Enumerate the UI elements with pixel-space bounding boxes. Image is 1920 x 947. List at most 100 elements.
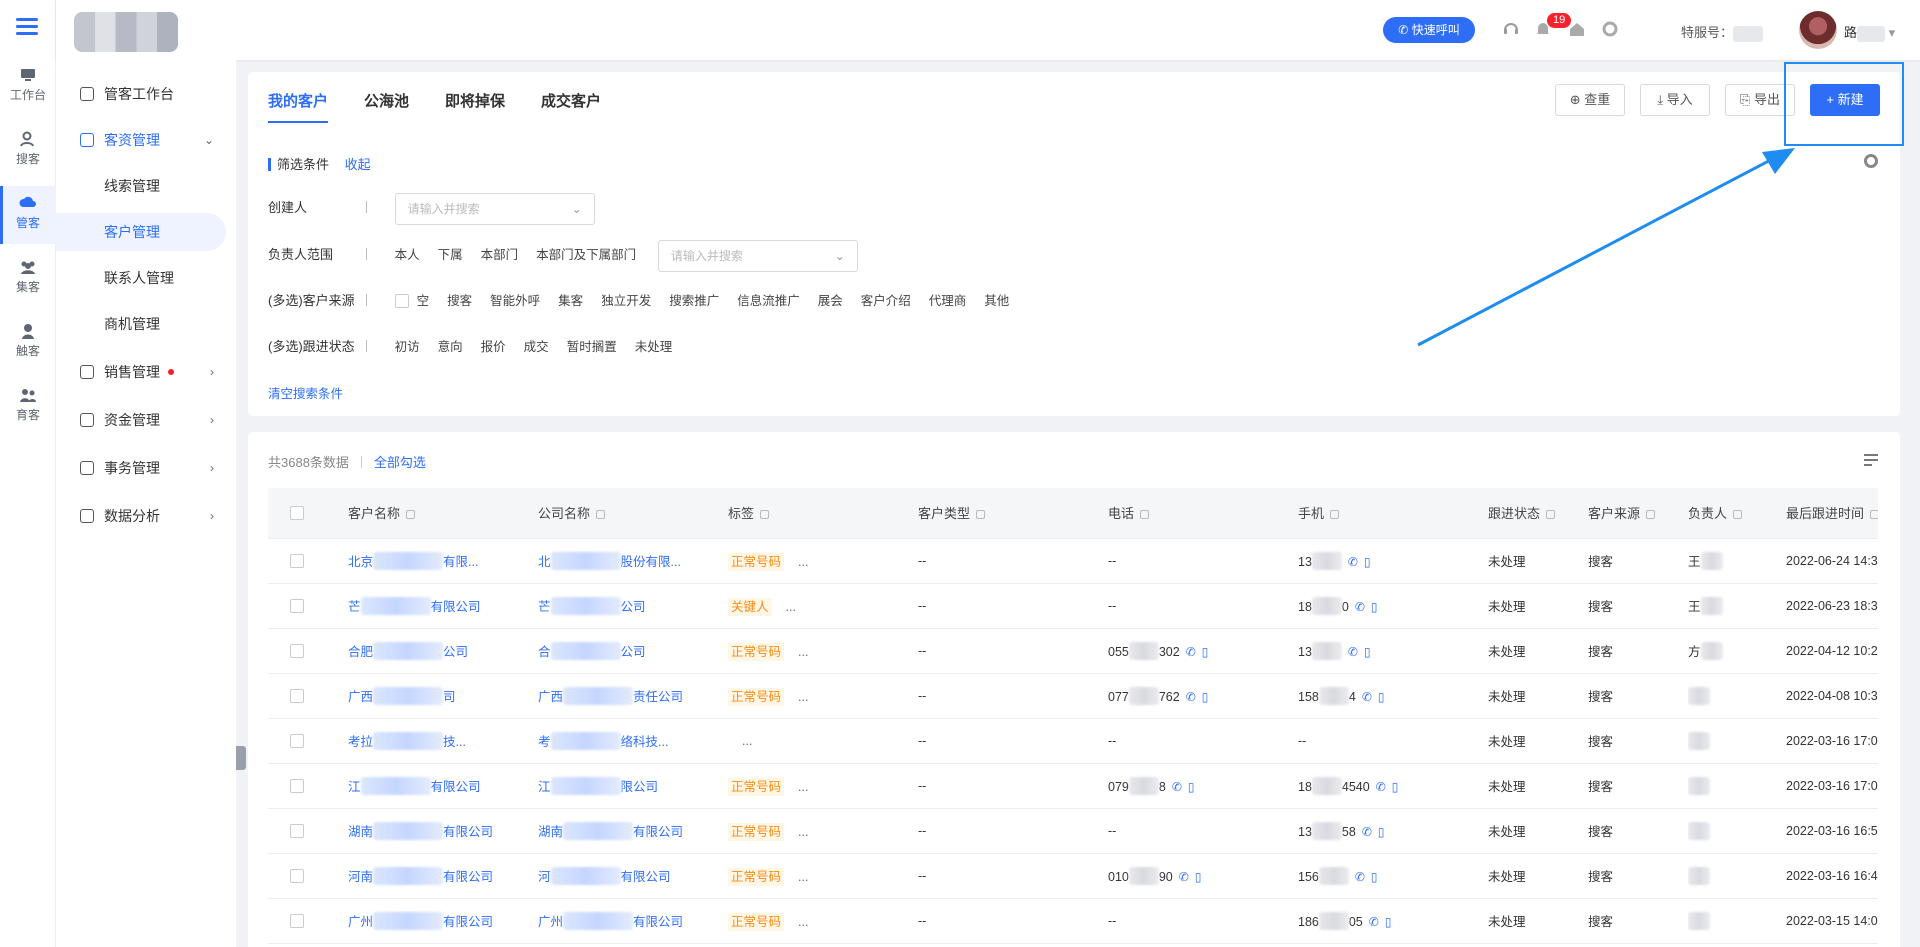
- source-empty-checkbox[interactable]: [394, 294, 409, 308]
- customer-name-link[interactable]: 考拉 技...: [348, 732, 466, 750]
- sidebar-item-9[interactable]: 数据分析 ›: [56, 497, 226, 535]
- owner-option[interactable]: 本人: [395, 241, 420, 269]
- sms-icon[interactable]: ▯: [1202, 690, 1209, 704]
- source-option[interactable]: 集客: [558, 287, 583, 315]
- rail-item-0[interactable]: 工作台: [0, 58, 56, 116]
- call-icon[interactable]: ✆: [1172, 780, 1182, 794]
- row-checkbox[interactable]: [290, 643, 304, 658]
- customer-name-link[interactable]: 广州 有限公司: [348, 912, 493, 930]
- customer-name-link[interactable]: 江有限公司: [348, 777, 481, 795]
- call-icon[interactable]: ✆: [1355, 870, 1365, 884]
- column-header[interactable]: 客户类型: [918, 488, 1108, 539]
- menu-icon[interactable]: [16, 18, 38, 36]
- customer-name-link[interactable]: 河南 有限公司: [348, 867, 493, 885]
- row-checkbox[interactable]: [290, 553, 304, 568]
- column-header[interactable]: 客户名称: [348, 488, 538, 539]
- sms-icon[interactable]: ▯: [1195, 870, 1202, 884]
- column-header[interactable]: 最后跟进时间: [1786, 488, 1878, 539]
- sidebar-item-3[interactable]: 客户管理: [56, 213, 226, 251]
- import-button[interactable]: ⤓ 导入: [1640, 84, 1710, 116]
- status-option[interactable]: 初访: [395, 333, 420, 361]
- quick-call-button[interactable]: ✆ 快速呼叫: [1383, 17, 1475, 43]
- owner-option[interactable]: 本部门及下属部门: [536, 241, 636, 269]
- row-checkbox[interactable]: [290, 778, 304, 793]
- call-icon[interactable]: ✆: [1179, 870, 1189, 884]
- tab-1[interactable]: 公海池: [364, 90, 409, 121]
- call-icon[interactable]: ✆: [1362, 690, 1372, 704]
- column-header[interactable]: 客户来源: [1588, 488, 1688, 539]
- clear-filters-link[interactable]: 清空搜索条件: [268, 380, 343, 408]
- home-icon[interactable]: [1568, 20, 1586, 38]
- filter-settings-icon[interactable]: [1864, 154, 1878, 168]
- sms-icon[interactable]: ▯: [1378, 825, 1385, 839]
- more-tags[interactable]: ...: [798, 690, 808, 704]
- call-icon[interactable]: ✆: [1186, 645, 1196, 659]
- row-checkbox[interactable]: [290, 598, 304, 613]
- sidebar-item-5[interactable]: 商机管理: [56, 305, 226, 343]
- tab-2[interactable]: 即将掉保: [445, 90, 505, 121]
- more-tags[interactable]: ...: [798, 645, 808, 659]
- more-tags[interactable]: ...: [798, 870, 808, 884]
- call-icon[interactable]: ✆: [1348, 645, 1358, 659]
- table-row[interactable]: 湖南 有限公司 湖南 有限公司 正常号码... -- -- 13 58 ✆ ▯ 未处理 搜客 2022-0…: [268, 808, 1878, 854]
- table-row[interactable]: 江有限公司江限公司 正常号码... -- 079 8 ✆ ▯ 18 4540 ✆ ▯ 未处理 搜客 202…: [268, 763, 1878, 809]
- table-row[interactable]: 河南 有限公司河有限公司 正常号码... -- 010 90 ✆ ▯ 156 ✆ ▯ 未处理 搜客 202…: [268, 853, 1878, 899]
- source-option[interactable]: 独立开发: [601, 287, 651, 315]
- sms-icon[interactable]: ▯: [1188, 780, 1195, 794]
- source-option[interactable]: 其他: [984, 287, 1009, 315]
- sidebar-item-0[interactable]: 管客工作台: [56, 75, 226, 113]
- sms-icon[interactable]: ▯: [1202, 645, 1209, 659]
- sidebar-drag-handle[interactable]: [236, 746, 246, 770]
- status-option[interactable]: 暂时搁置: [567, 333, 617, 361]
- sms-icon[interactable]: ▯: [1378, 690, 1385, 704]
- row-checkbox[interactable]: [290, 868, 304, 883]
- source-option[interactable]: 搜客: [447, 287, 472, 315]
- column-header[interactable]: 手机: [1298, 488, 1488, 539]
- sms-icon[interactable]: ▯: [1364, 645, 1371, 659]
- table-row[interactable]: 广州 有限公司 广州 有限公司 正常号码... -- -- 186 05 ✆ ▯ 未处理 搜客 2022-…: [268, 898, 1878, 944]
- company-name-link[interactable]: 湖南 有限公司: [538, 822, 683, 840]
- column-header[interactable]: 标签: [728, 488, 918, 539]
- more-tags[interactable]: ...: [798, 780, 808, 794]
- column-header[interactable]: 负责人: [1688, 488, 1786, 539]
- call-icon[interactable]: ✆: [1376, 780, 1386, 794]
- table-row[interactable]: 芒有限公司芒公司 关键人... -- -- 18 0 ✆ ▯ 未处理 搜客王 2022-06-23 …: [268, 583, 1878, 629]
- status-option[interactable]: 报价: [481, 333, 506, 361]
- company-name-link[interactable]: 江限公司: [538, 777, 658, 795]
- creator-select[interactable]: 请输入并搜索 ⌄: [394, 193, 595, 225]
- company-name-link[interactable]: 北股份有限...: [538, 552, 681, 570]
- sms-icon[interactable]: ▯: [1385, 915, 1392, 929]
- call-icon[interactable]: ✆: [1362, 825, 1372, 839]
- status-option[interactable]: 未处理: [635, 333, 673, 361]
- company-name-link[interactable]: 合公司: [538, 642, 646, 660]
- source-option[interactable]: 代理商: [929, 287, 967, 315]
- customer-name-link[interactable]: 合肥 公司: [348, 642, 468, 660]
- sidebar-item-4[interactable]: 联系人管理: [56, 259, 226, 297]
- company-name-link[interactable]: 河有限公司: [538, 867, 671, 885]
- owner-option[interactable]: 下属: [438, 241, 463, 269]
- rail-item-2[interactable]: 管客: [0, 186, 56, 244]
- more-tags[interactable]: ...: [798, 825, 808, 839]
- source-option[interactable]: 空: [417, 287, 430, 315]
- user-name[interactable]: 路 ▾: [1844, 22, 1895, 42]
- rail-item-3[interactable]: 集客: [0, 250, 56, 308]
- avatar[interactable]: [1799, 11, 1837, 49]
- company-name-link[interactable]: 考络科技...: [538, 732, 668, 750]
- company-name-link[interactable]: 芒公司: [538, 597, 646, 615]
- owner-option[interactable]: 本部门: [481, 241, 519, 269]
- dedupe-button[interactable]: ⊕ 查重: [1555, 84, 1625, 116]
- row-checkbox[interactable]: [290, 823, 304, 838]
- tab-3[interactable]: 成交客户: [541, 90, 601, 121]
- more-tags[interactable]: ...: [742, 734, 752, 748]
- sidebar-item-7[interactable]: 资金管理 ›: [56, 401, 226, 439]
- customer-name-link[interactable]: 湖南 有限公司: [348, 822, 493, 840]
- column-header[interactable]: 公司名称: [538, 488, 728, 539]
- sidebar-item-8[interactable]: 事务管理 ›: [56, 449, 226, 487]
- more-tags[interactable]: ...: [786, 600, 796, 614]
- row-checkbox[interactable]: [290, 733, 304, 748]
- sidebar-item-2[interactable]: 线索管理: [56, 167, 226, 205]
- call-icon[interactable]: ✆: [1186, 690, 1196, 704]
- sms-icon[interactable]: ▯: [1371, 870, 1378, 884]
- table-row[interactable]: 广西司广西 责任公司 正常号码... -- 077 762 ✆ ▯ 158 4 ✆ ▯ 未处理 搜客 202…: [268, 673, 1878, 719]
- headset-icon[interactable]: [1502, 20, 1520, 38]
